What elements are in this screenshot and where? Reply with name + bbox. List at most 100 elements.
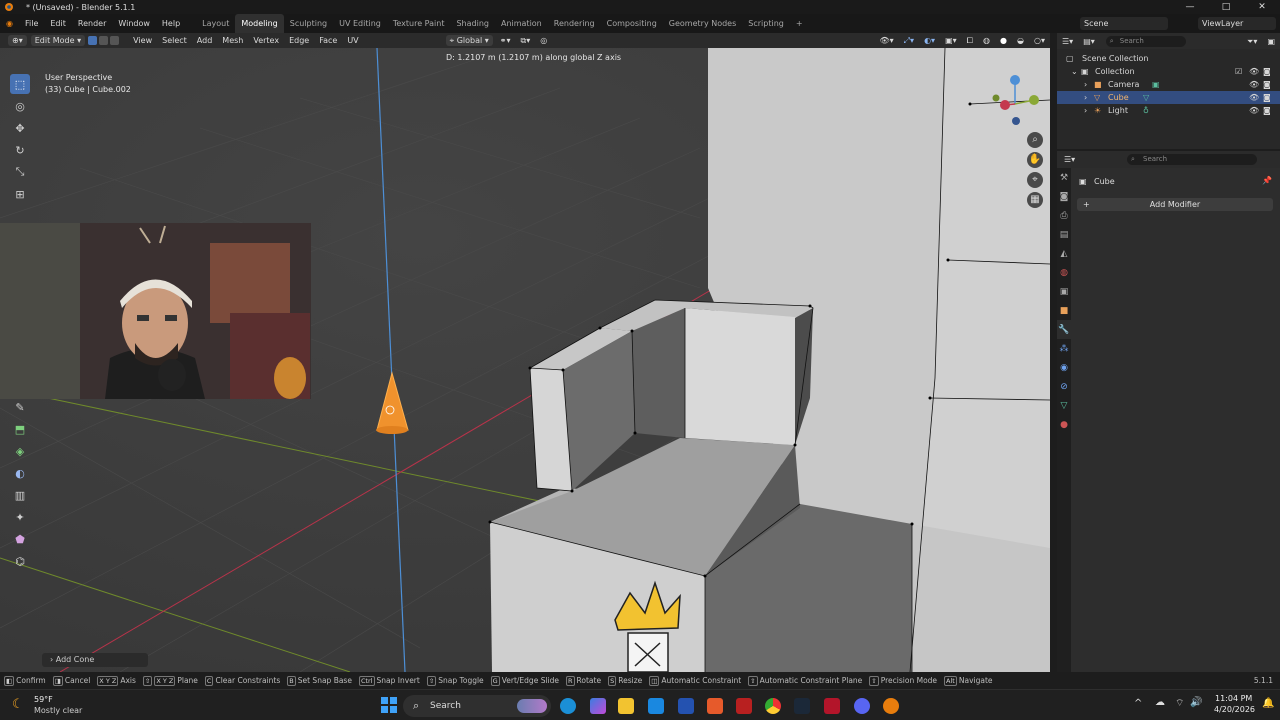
expand-chevron-icon[interactable]: › bbox=[1084, 78, 1087, 91]
display-mode-icon[interactable]: ▤▾ bbox=[1078, 34, 1100, 49]
expand-chevron-icon[interactable]: › bbox=[1084, 91, 1087, 104]
menu-edit[interactable]: Edit bbox=[44, 14, 72, 33]
windows-start-icon[interactable] bbox=[381, 697, 397, 713]
eye-icon[interactable]: 👁 bbox=[1249, 91, 1259, 104]
camera-render-icon[interactable]: ◙ bbox=[1263, 104, 1271, 117]
tab-object-icon[interactable]: ■ bbox=[1057, 301, 1071, 320]
menu-face[interactable]: Face bbox=[314, 33, 342, 48]
tray-chevron-icon[interactable]: ^ bbox=[1134, 698, 1142, 709]
tab-constraints-icon[interactable]: ⊘ bbox=[1057, 377, 1071, 396]
affinity-icon[interactable] bbox=[824, 698, 840, 714]
spin-tool-icon[interactable]: ⌬ bbox=[10, 551, 30, 571]
tab-rendering[interactable]: Rendering bbox=[548, 14, 601, 33]
tab-render-icon[interactable]: ◙ bbox=[1057, 187, 1071, 206]
tab-compositing[interactable]: Compositing bbox=[601, 14, 663, 33]
tab-scene-icon[interactable]: ◭ bbox=[1057, 244, 1071, 263]
clock-time[interactable]: 11:04 PM bbox=[1215, 694, 1252, 703]
menu-window[interactable]: Window bbox=[112, 14, 156, 33]
tab-tool-icon[interactable]: ⚒ bbox=[1057, 168, 1071, 187]
eye-icon[interactable]: 👁 bbox=[1249, 104, 1259, 117]
steam-icon[interactable] bbox=[794, 698, 810, 714]
xray-toggle-icon[interactable]: ⧠ bbox=[962, 33, 978, 48]
brave-browser-icon[interactable] bbox=[707, 698, 723, 714]
mesh-edit-overlay-icon[interactable]: ▣▾ bbox=[940, 33, 962, 48]
camera-render-icon[interactable]: ◙ bbox=[1263, 78, 1271, 91]
scale-tool-icon[interactable]: ⤡ bbox=[10, 162, 30, 182]
extrude-tool-icon[interactable]: ⬒ bbox=[10, 419, 30, 439]
properties-search-input[interactable]: ⌕ Search bbox=[1127, 154, 1257, 165]
tray-cloud-icon[interactable]: ☁ bbox=[1155, 697, 1165, 708]
maximize-button[interactable]: □ bbox=[1208, 0, 1244, 14]
menu-file[interactable]: File bbox=[19, 14, 44, 33]
zoom-icon[interactable]: ⌕ bbox=[1027, 132, 1043, 148]
blender-menu-icon[interactable]: ◉ bbox=[0, 14, 19, 33]
tab-layout[interactable]: Layout bbox=[196, 14, 235, 33]
close-button[interactable]: ✕ bbox=[1244, 0, 1280, 14]
bevel-tool-icon[interactable]: ◐ bbox=[10, 463, 30, 483]
menu-help[interactable]: Help bbox=[156, 14, 186, 33]
tab-material-icon[interactable]: ● bbox=[1057, 415, 1071, 434]
knife-tool-icon[interactable]: ✦ bbox=[10, 507, 30, 527]
outliner-row-collection[interactable]: ⌄ ▣ Collection ☑ 👁 ◙ bbox=[1057, 65, 1280, 78]
checkbox-icon[interactable]: ☑ bbox=[1235, 65, 1242, 78]
menu-uv[interactable]: UV bbox=[342, 33, 363, 48]
last-operator-panel[interactable]: › Add Cone bbox=[42, 653, 148, 667]
add-workspace-button[interactable]: + bbox=[790, 14, 809, 33]
move-tool-icon[interactable]: ✥ bbox=[10, 118, 30, 138]
tab-modifier-icon[interactable]: 🔧 bbox=[1057, 320, 1071, 339]
edge-browser-icon[interactable] bbox=[560, 698, 576, 714]
tab-animation[interactable]: Animation bbox=[495, 14, 548, 33]
view-layer-selector[interactable]: ViewLayer bbox=[1198, 17, 1276, 30]
shading-rendered-icon[interactable]: ○▾ bbox=[1029, 33, 1050, 48]
copilot-icon[interactable] bbox=[590, 698, 606, 714]
discord-icon[interactable] bbox=[854, 698, 870, 714]
outliner-search-input[interactable]: ⌕ Search bbox=[1105, 35, 1186, 47]
gizmo-x-icon[interactable] bbox=[1000, 100, 1010, 110]
file-explorer-icon[interactable] bbox=[618, 698, 634, 714]
grid-view-icon[interactable]: ▦ bbox=[1027, 192, 1043, 208]
shading-material-icon[interactable]: ◒ bbox=[1012, 33, 1029, 48]
poly-build-tool-icon[interactable]: ⬟ bbox=[10, 529, 30, 549]
camera-view-icon[interactable]: ⌖ bbox=[1027, 172, 1043, 188]
new-collection-icon[interactable]: ▣ bbox=[1262, 34, 1280, 49]
weather-widget[interactable]: ☾ 59°F Mostly clear bbox=[12, 694, 102, 718]
menu-view[interactable]: View bbox=[128, 33, 157, 48]
pin-icon[interactable]: 📌 bbox=[1262, 176, 1272, 185]
store-icon[interactable] bbox=[648, 698, 664, 714]
snap-icon[interactable]: ⧉▾ bbox=[516, 33, 536, 48]
camera-render-icon[interactable]: ◙ bbox=[1263, 65, 1271, 78]
tab-scripting[interactable]: Scripting bbox=[742, 14, 790, 33]
tab-geometry-nodes[interactable]: Geometry Nodes bbox=[663, 14, 742, 33]
tab-view-layer-icon[interactable]: ▤ bbox=[1057, 225, 1071, 244]
editor-type-button[interactable]: ⊕▾ bbox=[8, 35, 27, 46]
tab-data-icon[interactable]: ▽ bbox=[1057, 396, 1071, 415]
select-mode-face[interactable] bbox=[110, 36, 120, 45]
overlay-toggle-icon[interactable]: ◐▾ bbox=[919, 33, 940, 48]
filter-icon[interactable]: ⏷▾ bbox=[1242, 34, 1262, 49]
blender-taskbar-icon[interactable] bbox=[883, 698, 899, 714]
shading-wireframe-icon[interactable]: ◍ bbox=[978, 33, 995, 48]
annotate-tool-icon[interactable]: ✎ bbox=[10, 397, 30, 417]
outliner-row-cube[interactable]: › ▽ Cube ▽ 👁 ◙ bbox=[1057, 91, 1280, 104]
menu-mesh[interactable]: Mesh bbox=[217, 33, 248, 48]
select-mode-edge[interactable] bbox=[99, 36, 109, 45]
tab-modeling[interactable]: Modeling bbox=[235, 14, 284, 33]
tab-sculpting[interactable]: Sculpting bbox=[284, 14, 333, 33]
add-modifier-button[interactable]: + Add Modifier bbox=[1077, 198, 1273, 211]
rotate-tool-icon[interactable]: ↻ bbox=[10, 140, 30, 160]
gizmo-toggle-icon[interactable]: ⤢▾ bbox=[899, 33, 919, 48]
outliner-editor-type-icon[interactable]: ☰▾ bbox=[1057, 34, 1078, 49]
eye-icon[interactable]: 👁 bbox=[1249, 65, 1259, 78]
tab-collection-icon[interactable]: ▣ bbox=[1057, 282, 1071, 301]
notifications-bell-icon[interactable]: 🔔 bbox=[1262, 698, 1274, 709]
trello-icon[interactable] bbox=[678, 698, 694, 714]
pan-hand-icon[interactable]: ✋ bbox=[1027, 152, 1043, 168]
tab-world-icon[interactable]: ◍ bbox=[1057, 263, 1071, 282]
expand-chevron-icon[interactable]: › bbox=[1084, 104, 1087, 117]
transform-tool-icon[interactable]: ⊞ bbox=[10, 184, 30, 204]
outliner-row-light[interactable]: › ☀ Light ♁ 👁 ◙ bbox=[1057, 104, 1280, 117]
inset-tool-icon[interactable]: ◈ bbox=[10, 441, 30, 461]
mode-selector[interactable]: Edit Mode ▾ bbox=[30, 35, 86, 46]
menu-add[interactable]: Add bbox=[192, 33, 218, 48]
taskbar-search[interactable]: ⌕ Search bbox=[403, 695, 551, 717]
